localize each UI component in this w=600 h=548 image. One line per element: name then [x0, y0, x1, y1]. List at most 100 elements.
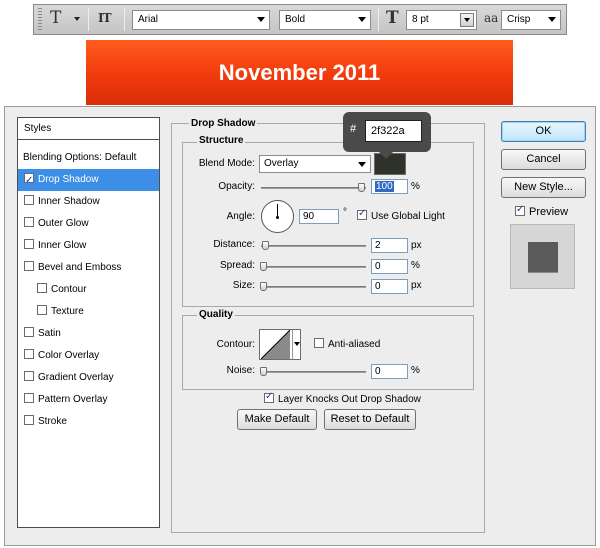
bevel-emboss-checkbox[interactable] — [24, 261, 34, 271]
angle-input[interactable]: 90 — [299, 209, 339, 224]
anti-aliased-option[interactable]: Anti-aliased — [314, 338, 380, 352]
preview-label: Preview — [529, 206, 569, 218]
contour-checkbox[interactable] — [37, 283, 47, 293]
noise-slider-thumb[interactable] — [260, 367, 267, 376]
noise-label: Noise: — [226, 365, 255, 376]
opacity-slider-thumb[interactable] — [358, 183, 365, 192]
global-light-option[interactable]: Use Global Light — [357, 207, 445, 224]
chevron-down-icon — [548, 17, 556, 22]
stroke-checkbox[interactable] — [24, 415, 34, 425]
style-item-texture[interactable]: Texture — [18, 301, 159, 323]
anti-alias-select[interactable]: Crisp — [501, 10, 561, 30]
text-orientation-icon[interactable]: IT — [98, 11, 112, 25]
color-hex-tooltip: # 2f322a — [343, 112, 431, 159]
style-item-drop-shadow[interactable]: Drop Shadow — [18, 169, 159, 192]
noise-input[interactable]: 0 — [371, 364, 408, 379]
contour-picker[interactable] — [259, 329, 301, 360]
style-item-satin[interactable]: Satin — [18, 323, 159, 345]
style-item-label: Stroke — [38, 416, 67, 427]
size-input[interactable]: 0 — [371, 279, 408, 294]
ok-button[interactable]: OK — [501, 121, 586, 142]
gradient-overlay-checkbox[interactable] — [24, 371, 34, 381]
font-style-value: Bold — [285, 14, 306, 25]
style-item-outer-glow[interactable]: Outer Glow — [18, 213, 159, 235]
toolbar-divider — [124, 8, 125, 31]
size-slider-thumb[interactable] — [260, 282, 267, 291]
blend-mode-label: Blend Mode: — [198, 158, 255, 169]
spread-slider[interactable] — [260, 262, 366, 271]
distance-input[interactable]: 2 — [371, 238, 408, 253]
quality-group — [182, 315, 474, 390]
style-item-stroke[interactable]: Stroke — [18, 411, 159, 433]
style-preview — [510, 224, 575, 289]
font-style-select[interactable]: Bold — [279, 10, 371, 30]
opacity-input[interactable]: 100 — [371, 179, 408, 194]
style-item-label: Outer Glow — [38, 218, 89, 229]
anti-alias-icon: aa — [484, 11, 499, 25]
distance-unit: px — [411, 240, 422, 251]
opacity-slider[interactable] — [261, 183, 366, 192]
knockout-label: Layer Knocks Out Drop Shadow — [278, 394, 421, 405]
spread-slider-thumb[interactable] — [260, 262, 267, 271]
inner-glow-checkbox[interactable] — [24, 239, 34, 249]
global-light-label: Use Global Light — [371, 211, 445, 222]
font-size-input[interactable]: 8 pt — [406, 10, 477, 30]
noise-slider[interactable] — [260, 367, 366, 376]
make-default-button[interactable]: Make Default — [237, 409, 317, 430]
spread-input[interactable]: 0 — [371, 259, 408, 274]
chevron-down-icon — [294, 342, 300, 346]
distance-label: Distance: — [213, 239, 255, 250]
blending-options-item[interactable]: Blending Options: Default — [18, 147, 159, 169]
contour-label: Contour: — [216, 339, 255, 350]
anti-aliased-checkbox[interactable] — [314, 338, 324, 348]
opacity-unit: % — [411, 181, 420, 192]
font-family-select[interactable]: Arial — [132, 10, 270, 30]
style-item-label: Pattern Overlay — [38, 394, 108, 405]
options-toolbar: T IT Arial Bold T 8 pt aa Crisp — [33, 4, 567, 35]
style-item-inner-shadow[interactable]: Inner Shadow — [18, 191, 159, 213]
style-item-contour[interactable]: Contour — [18, 279, 159, 301]
blend-mode-select[interactable]: Overlay — [259, 155, 371, 173]
global-light-checkbox[interactable] — [357, 207, 367, 221]
contour-dropdown-button[interactable] — [292, 330, 300, 359]
chevron-down-icon — [358, 17, 366, 22]
spread-label: Spread: — [219, 260, 255, 271]
pattern-overlay-checkbox[interactable] — [24, 393, 34, 403]
inner-shadow-checkbox[interactable] — [24, 195, 34, 205]
style-item-color-overlay[interactable]: Color Overlay — [18, 345, 159, 367]
angle-unit: ° — [343, 207, 347, 218]
knockout-checkbox[interactable] — [264, 390, 274, 404]
hex-value-input[interactable]: 2f322a — [365, 120, 422, 142]
size-slider[interactable] — [260, 282, 366, 291]
quality-title: Quality — [197, 309, 235, 321]
font-size-dropdown-button[interactable] — [460, 13, 474, 27]
opacity-label: Opacity: — [218, 181, 255, 192]
style-item-gradient-overlay[interactable]: Gradient Overlay — [18, 367, 159, 389]
new-style-button[interactable]: New Style... — [501, 177, 586, 198]
type-tool-icon[interactable]: T — [50, 8, 61, 28]
toolbar-grip[interactable] — [38, 8, 42, 31]
color-overlay-checkbox[interactable] — [24, 349, 34, 359]
tool-preset-chevron-down-icon[interactable] — [74, 17, 80, 21]
size-unit: px — [411, 280, 422, 291]
texture-checkbox[interactable] — [37, 305, 47, 315]
angle-dial[interactable] — [261, 200, 294, 233]
outer-glow-checkbox[interactable] — [24, 217, 34, 227]
satin-checkbox[interactable] — [24, 327, 34, 337]
styles-header[interactable]: Styles — [18, 118, 159, 140]
cancel-button[interactable]: Cancel — [501, 149, 586, 170]
distance-slider[interactable] — [261, 241, 366, 250]
toolbar-divider — [378, 8, 379, 31]
distance-slider-thumb[interactable] — [262, 241, 269, 250]
reset-to-default-button[interactable]: Reset to Default — [324, 409, 416, 430]
style-item-pattern-overlay[interactable]: Pattern Overlay — [18, 389, 159, 411]
styles-list: Styles Blending Options: Default Drop Sh… — [17, 117, 160, 528]
style-item-label: Texture — [51, 306, 84, 317]
drop-shadow-checkbox[interactable] — [24, 170, 34, 192]
blending-options-label: Blending Options: Default — [23, 152, 137, 163]
knockout-option[interactable]: Layer Knocks Out Drop Shadow — [264, 390, 421, 407]
style-item-inner-glow[interactable]: Inner Glow — [18, 235, 159, 257]
style-item-bevel-emboss[interactable]: Bevel and Emboss — [18, 257, 159, 279]
preview-checkbox[interactable] — [515, 203, 525, 217]
preview-option[interactable]: Preview — [515, 203, 569, 219]
